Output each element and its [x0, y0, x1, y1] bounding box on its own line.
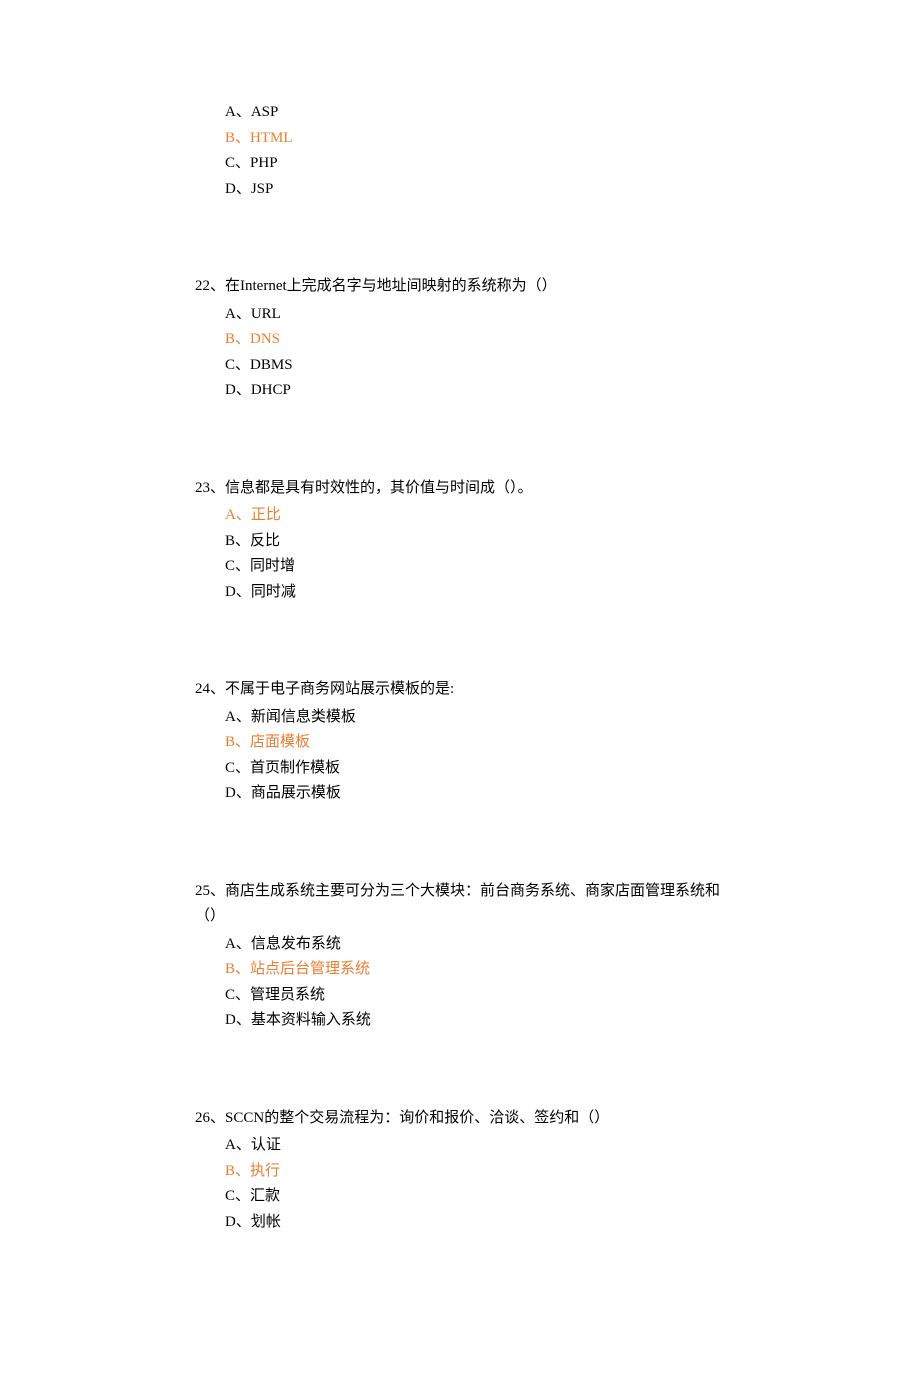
option: A、认证 [225, 1133, 725, 1159]
option: A、ASP [225, 100, 725, 126]
question-number: 22、 [195, 278, 225, 294]
option-text: 汇款 [250, 1188, 280, 1204]
option: D、JSP [225, 177, 725, 203]
question-number: 26、 [195, 1110, 225, 1126]
question-block: 22、在Internet上完成名字与地址间映射的系统称为（）A、URLB、DNS… [195, 274, 725, 404]
document-page: A、ASPB、HTMLC、PHPD、JSP 22、在Internet上完成名字与… [0, 0, 920, 1387]
option: B、DNS [225, 327, 725, 353]
option: C、同时增 [225, 554, 725, 580]
option-label: B、 [225, 1163, 250, 1179]
question-block: 26、SCCN的整个交易流程为：询价和报价、洽谈、签约和（）A、认证B、执行C、… [195, 1106, 725, 1236]
question-block: 25、商店生成系统主要可分为三个大模块：前台商务系统、商家店面管理系统和（）A、… [195, 879, 725, 1034]
option-text: HTML [250, 130, 293, 146]
question-stem: 24、不属于电子商务网站展示模板的是: [195, 677, 725, 703]
option-text: 首页制作模板 [250, 760, 340, 776]
question-number: 25、 [195, 883, 225, 899]
option-label: B、 [225, 734, 250, 750]
option-label: C、 [225, 357, 250, 373]
option-label: D、 [225, 584, 251, 600]
option-label: C、 [225, 760, 250, 776]
option: A、新闻信息类模板 [225, 705, 725, 731]
option: D、基本资料输入系统 [225, 1008, 725, 1034]
option: B、HTML [225, 126, 725, 152]
option-text: 商品展示模板 [251, 785, 341, 801]
option-text: JSP [251, 181, 274, 197]
option-text: PHP [250, 155, 278, 171]
question-stem: 26、SCCN的整个交易流程为：询价和报价、洽谈、签约和（） [195, 1106, 725, 1132]
question-text: 商店生成系统主要可分为三个大模块：前台商务系统、商家店面管理系统和（） [195, 883, 720, 925]
option-label: B、 [225, 533, 250, 549]
option-text: 同时增 [250, 558, 295, 574]
option: D、同时减 [225, 580, 725, 606]
option-text: 划帐 [251, 1214, 281, 1230]
option: D、商品展示模板 [225, 781, 725, 807]
option-text: 正比 [251, 507, 281, 523]
option-text: 店面模板 [250, 734, 310, 750]
question-block: 23、信息都是具有时效性的，其价值与时间成（）。A、正比B、反比C、同时增D、同… [195, 476, 725, 606]
option-label: A、 [225, 1137, 251, 1153]
option: D、划帐 [225, 1210, 725, 1236]
question-text: 不属于电子商务网站展示模板的是: [225, 681, 454, 697]
option-label: D、 [225, 1012, 251, 1028]
option-label: D、 [225, 382, 251, 398]
options-list: A、信息发布系统B、站点后台管理系统C、管理员系统D、基本资料输入系统 [195, 932, 725, 1034]
question-number: 24、 [195, 681, 225, 697]
option-text: 认证 [251, 1137, 281, 1153]
option-text: 基本资料输入系统 [251, 1012, 371, 1028]
option-text: DHCP [251, 382, 291, 398]
options-list: A、认证B、执行C、汇款D、划帐 [195, 1133, 725, 1235]
option-text: 反比 [250, 533, 280, 549]
option-label: A、 [225, 306, 251, 322]
question-block: 24、不属于电子商务网站展示模板的是:A、新闻信息类模板B、店面模板C、首页制作… [195, 677, 725, 807]
option-label: B、 [225, 130, 250, 146]
option-label: D、 [225, 181, 251, 197]
option-label: C、 [225, 155, 250, 171]
option: A、信息发布系统 [225, 932, 725, 958]
question-text: 信息都是具有时效性的，其价值与时间成（）。 [225, 480, 533, 496]
option: C、管理员系统 [225, 983, 725, 1009]
option: D、DHCP [225, 378, 725, 404]
question-text: SCCN的整个交易流程为：询价和报价、洽谈、签约和（） [225, 1110, 609, 1126]
option-text: DBMS [250, 357, 293, 373]
option: C、首页制作模板 [225, 756, 725, 782]
option-text: URL [251, 306, 281, 322]
option-label: B、 [225, 961, 250, 977]
option: A、URL [225, 302, 725, 328]
question-stem: 23、信息都是具有时效性的，其价值与时间成（）。 [195, 476, 725, 502]
option-text: 同时减 [251, 584, 296, 600]
option-label: C、 [225, 558, 250, 574]
question-number: 23、 [195, 480, 225, 496]
options-list: A、正比B、反比C、同时增D、同时减 [195, 503, 725, 605]
question-stem: 22、在Internet上完成名字与地址间映射的系统称为（） [195, 274, 725, 300]
option-label: C、 [225, 1188, 250, 1204]
option: C、PHP [225, 151, 725, 177]
option-label: D、 [225, 785, 251, 801]
options-list: A、新闻信息类模板B、店面模板C、首页制作模板D、商品展示模板 [195, 705, 725, 807]
option-label: B、 [225, 331, 250, 347]
option-label: C、 [225, 987, 250, 1003]
options-list: A、URLB、DNSC、DBMSD、DHCP [195, 302, 725, 404]
question-stem: 25、商店生成系统主要可分为三个大模块：前台商务系统、商家店面管理系统和（） [195, 879, 725, 930]
option: B、反比 [225, 529, 725, 555]
option: C、汇款 [225, 1184, 725, 1210]
option: C、DBMS [225, 353, 725, 379]
option-text: 信息发布系统 [251, 936, 341, 952]
option-text: 执行 [250, 1163, 280, 1179]
option-text: ASP [251, 104, 279, 120]
option-label: A、 [225, 507, 251, 523]
previous-question-options: A、ASPB、HTMLC、PHPD、JSP [195, 100, 725, 202]
option-text: DNS [250, 331, 280, 347]
option-text: 新闻信息类模板 [251, 709, 356, 725]
option: A、正比 [225, 503, 725, 529]
option-label: A、 [225, 104, 251, 120]
option-label: A、 [225, 709, 251, 725]
option: B、站点后台管理系统 [225, 957, 725, 983]
option-text: 站点后台管理系统 [250, 961, 370, 977]
option-label: A、 [225, 936, 251, 952]
option-label: D、 [225, 1214, 251, 1230]
option-text: 管理员系统 [250, 987, 325, 1003]
option: B、执行 [225, 1159, 725, 1185]
option: B、店面模板 [225, 730, 725, 756]
question-text: 在Internet上完成名字与地址间映射的系统称为（） [225, 278, 557, 294]
